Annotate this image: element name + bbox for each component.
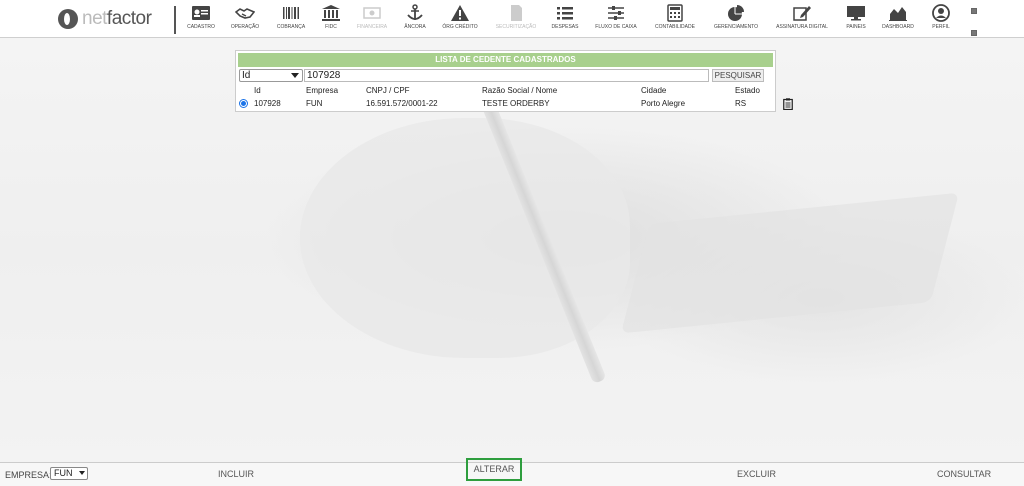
alterar-button[interactable]: ALTERAR [466, 458, 522, 481]
monitor-icon [845, 4, 867, 22]
logo-text-net: net [82, 8, 107, 29]
user-circle-icon [930, 4, 952, 22]
handshake-icon [234, 4, 256, 22]
pie-chart-icon [725, 4, 747, 22]
window-controls [971, 8, 981, 52]
menu-perfil[interactable]: PERFIL [915, 4, 967, 30]
excluir-button[interactable]: EXCLUIR [737, 469, 776, 479]
list-icon [554, 4, 576, 22]
bank-icon [320, 4, 342, 22]
money-icon [361, 4, 383, 22]
cell-cnpj: 16.591.572/0001-22 [366, 99, 438, 108]
netfactor-logo: net factor [58, 6, 152, 32]
search-button[interactable]: PESQUISAR [712, 69, 764, 82]
column-header-estado: Estado [735, 86, 760, 95]
menu-label: DASHBOARD [882, 24, 914, 30]
column-header-id: Id [254, 86, 261, 95]
chevron-down-icon [79, 471, 85, 475]
bottom-action-bar: EMPRESA: FUN INCLUIR ALTERAR EXCLUIR CON… [0, 458, 1024, 486]
cell-id: 107928 [254, 99, 281, 108]
incluir-button[interactable]: INCLUIR [218, 469, 254, 479]
clipboard-icon[interactable] [783, 97, 793, 111]
calculator-icon [664, 4, 686, 22]
logo-mark [58, 9, 78, 29]
id-card-icon [190, 4, 212, 22]
menu-label: DESPESAS [551, 24, 579, 30]
menu-label: ASSINATURA DIGITAL [776, 24, 828, 30]
cell-empresa: FUN [306, 99, 323, 108]
cell-razao-social: TESTE ORDERBY [482, 99, 550, 108]
menu-label: COBRANÇA [276, 24, 306, 30]
chevron-down-icon [291, 73, 299, 78]
sliders-icon [605, 4, 627, 22]
row-select-radio[interactable] [239, 99, 248, 108]
column-header-empresa: Empresa [306, 86, 339, 95]
panel-title: LISTA DE CEDENTE CADASTRADOS [238, 53, 773, 67]
empresa-select-value: FUN [54, 468, 73, 478]
anchor-icon [404, 4, 426, 22]
menu-despesas[interactable]: DESPESAS [539, 4, 591, 30]
column-header-razao-social: Razão Social / Nome [482, 86, 558, 95]
empresa-label: EMPRESA: [5, 470, 52, 480]
menu-label: FIDC [325, 24, 337, 30]
menu-label: FINANCEIRA [356, 24, 388, 30]
menu-label: ÂNCORA [404, 24, 426, 30]
search-field-select[interactable]: Id [239, 69, 303, 82]
cell-estado: RS [735, 99, 747, 108]
menu-label: CONTABILIDADE [655, 24, 695, 30]
menu-label: PERFIL [932, 24, 950, 30]
menu-label: CADASTRO [187, 24, 215, 30]
menu-label: FLUXO DE CAIXA [595, 24, 637, 30]
column-header-cnpj: CNPJ / CPF [366, 86, 410, 95]
menu-assinatura-digital[interactable]: ASSINATURA DIGITAL [776, 4, 828, 30]
logo-text-factor: factor [106, 8, 152, 29]
maximize-button[interactable] [971, 8, 977, 14]
cedente-list-panel: LISTA DE CEDENTE CADASTRADOS Id 107928 P… [235, 50, 793, 112]
minimize-button[interactable] [971, 30, 977, 36]
top-navigation-bar: net factor CADASTRO OPERAÇÃO COBRANÇA FI… [0, 0, 1024, 38]
empresa-select[interactable]: FUN [50, 467, 88, 480]
cell-cidade: Porto Alegre [641, 99, 686, 108]
menu-label: SECURITIZAÇÃO [495, 24, 537, 30]
background-calculator [620, 192, 960, 334]
menu-fluxo-caixa[interactable]: FLUXO DE CAIXA [590, 4, 642, 30]
search-input[interactable]: 107928 [304, 69, 709, 82]
menu-operacao[interactable]: OPERAÇÃO [219, 4, 271, 30]
menu-label: GERENCIAMENTO [713, 24, 759, 30]
document-icon [505, 4, 527, 22]
warning-icon [449, 4, 471, 22]
search-field-value: Id [242, 70, 251, 81]
menu-label: PAINEIS [846, 24, 866, 30]
menu-label: OPERAÇÃO [230, 24, 260, 30]
barcode-icon [280, 4, 302, 22]
area-chart-icon [887, 4, 909, 22]
edit-icon [791, 4, 813, 22]
menu-contabilidade[interactable]: CONTABILIDADE [649, 4, 701, 30]
menu-label: ÓRG CRÉDITO [442, 24, 478, 30]
consultar-button[interactable]: CONSULTAR [937, 469, 991, 479]
menu-securitizacao[interactable]: SECURITIZAÇÃO [490, 4, 542, 30]
menu-gerenciamento[interactable]: GERENCIAMENTO [710, 4, 762, 30]
column-header-cidade: Cidade [641, 86, 667, 95]
menu-org-credito[interactable]: ÓRG CRÉDITO [434, 4, 486, 30]
